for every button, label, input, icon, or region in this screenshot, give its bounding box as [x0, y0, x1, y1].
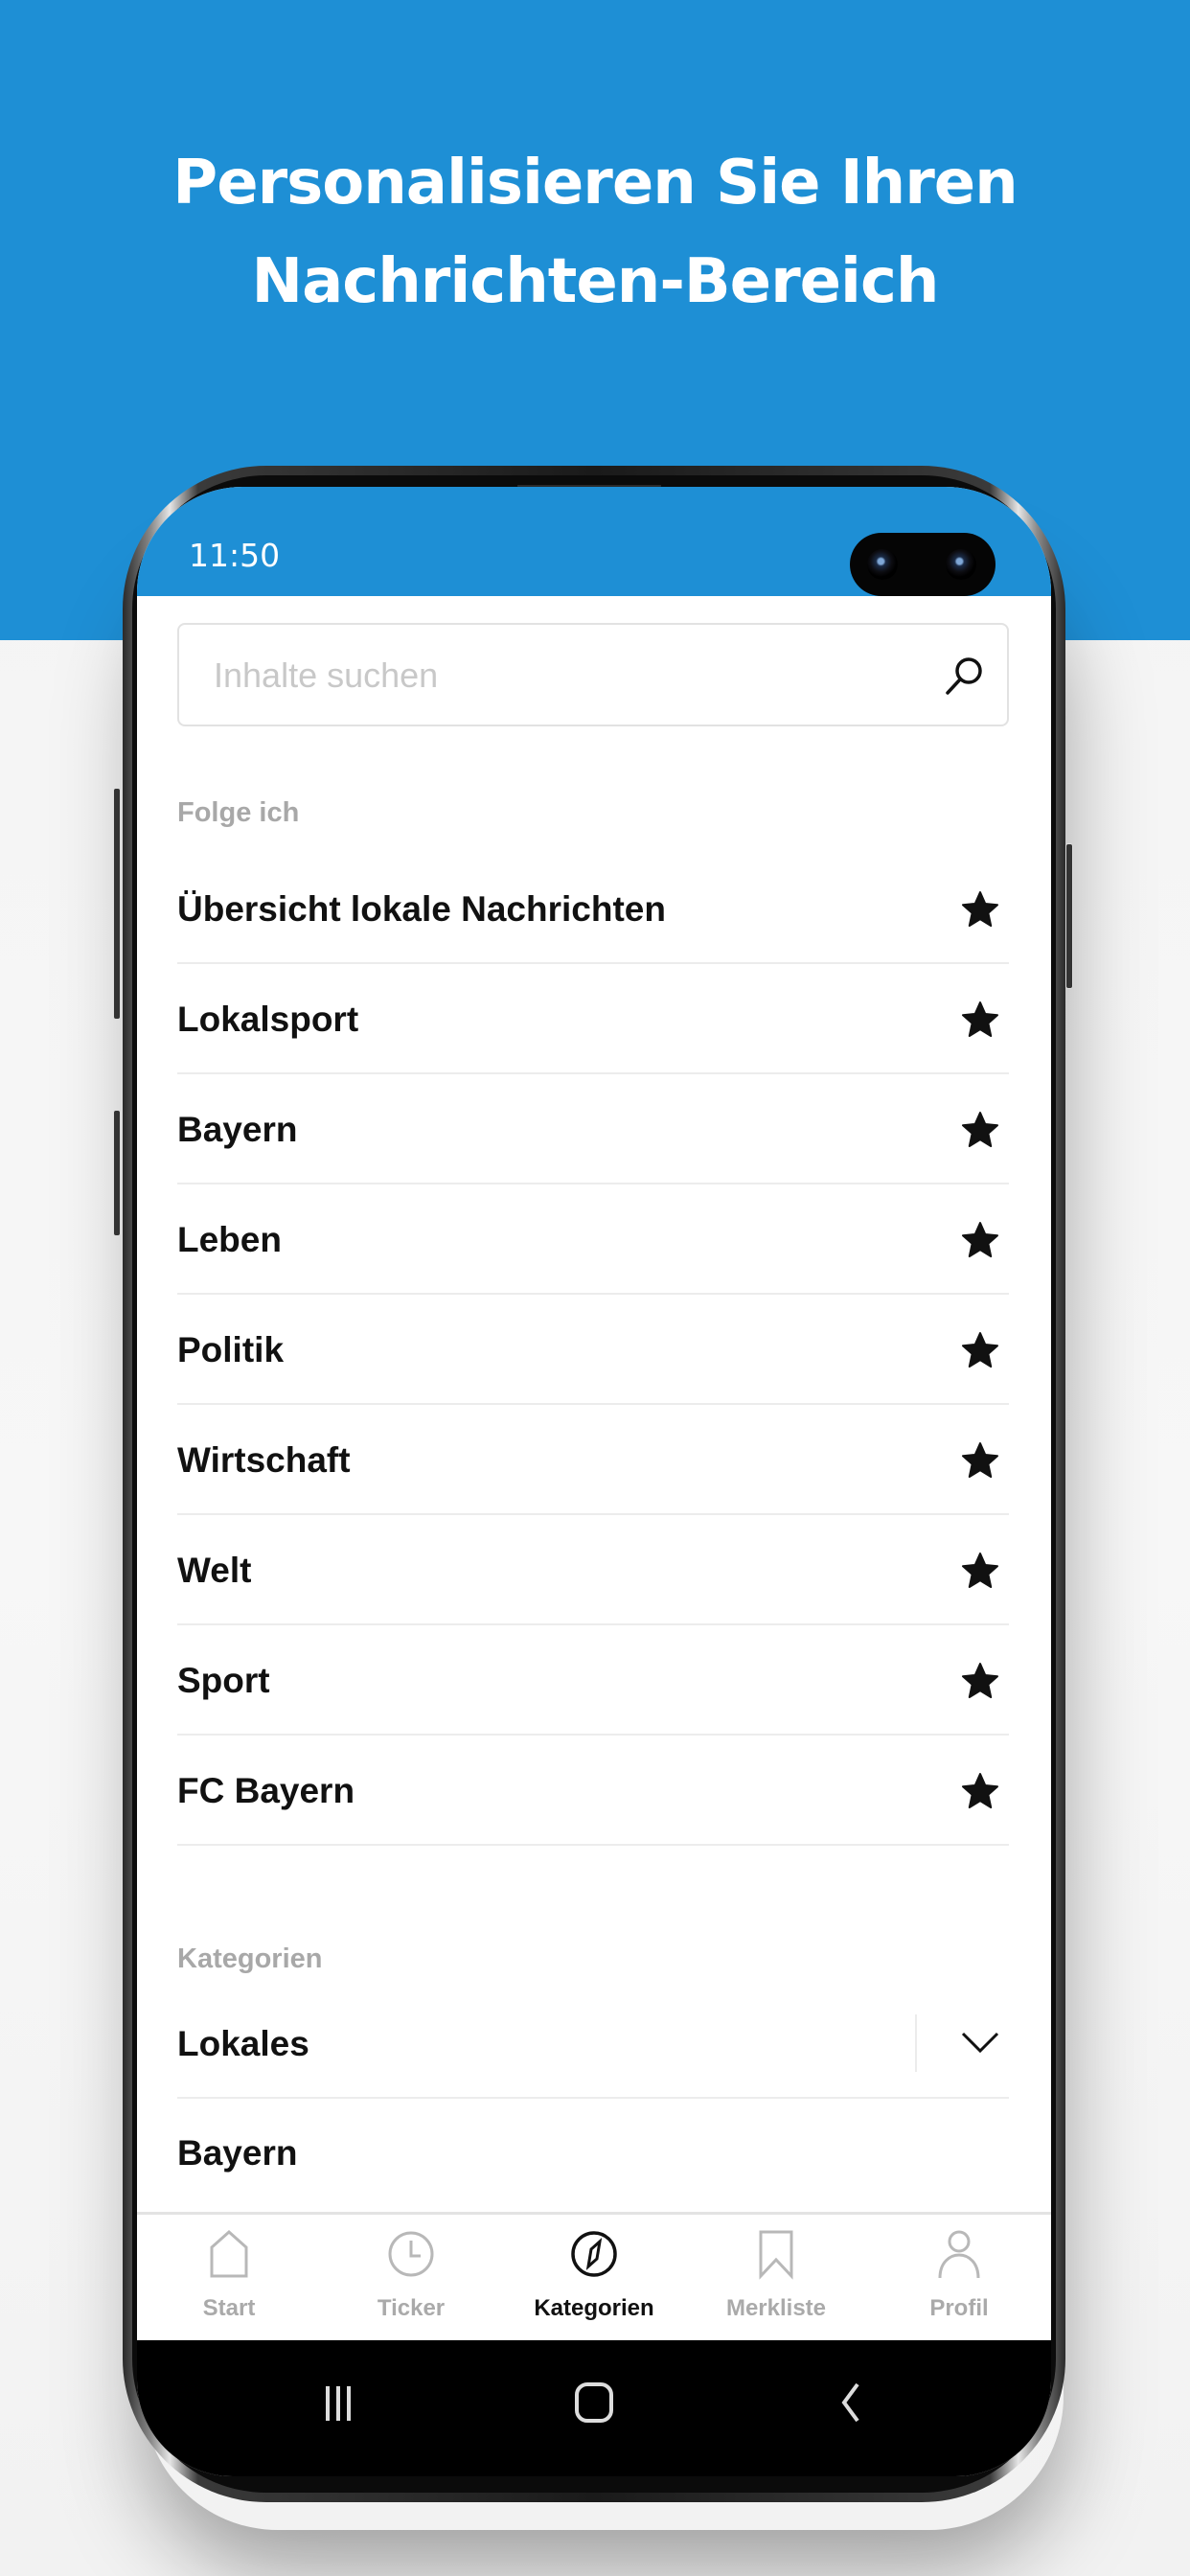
followed-label: Politik	[177, 1330, 285, 1369]
tab-ticker[interactable]: Ticker	[320, 2215, 502, 2343]
search-placeholder: Inhalte suchen	[214, 656, 439, 695]
followed-row[interactable]: Lokalsport	[177, 965, 1009, 1074]
tab-merkliste[interactable]: Merkliste	[685, 2215, 867, 2343]
section-label-following: Folge ich	[177, 797, 300, 828]
system-nav-bar	[137, 2340, 1051, 2476]
tab-profil[interactable]: Profil	[868, 2215, 1050, 2343]
tab-label: Profil	[929, 2295, 989, 2321]
phone-power-button	[1065, 843, 1073, 989]
star-filled-icon[interactable]	[961, 890, 999, 929]
camera-lens-icon	[946, 549, 976, 580]
section-label-categories: Kategorien	[177, 1944, 323, 1974]
camera-lens-icon	[867, 549, 898, 580]
phone-volume-down-button	[113, 1110, 121, 1236]
phone-volume-up-button	[113, 788, 121, 1020]
compass-icon	[571, 2231, 617, 2277]
star-filled-icon[interactable]	[961, 1221, 999, 1259]
home-icon	[210, 2229, 248, 2278]
followed-label: Welt	[177, 1551, 252, 1590]
tab-kategorien[interactable]: Kategorien	[503, 2215, 685, 2343]
status-time: 11:50	[189, 537, 281, 574]
phone-screen: 11:50 Inhalte suchen Folge ich Übersicht…	[137, 487, 1051, 2476]
back-icon[interactable]	[817, 2369, 884, 2436]
status-bar: 11:50	[137, 487, 1051, 596]
bookmark-icon	[759, 2230, 793, 2280]
front-camera-cutout	[850, 533, 995, 596]
chevron-down-icon[interactable]	[959, 2026, 1001, 2058]
followed-label: Leben	[177, 1220, 282, 1259]
tab-start[interactable]: Start	[138, 2215, 320, 2343]
star-filled-icon[interactable]	[961, 1331, 999, 1369]
recent-apps-icon[interactable]	[305, 2369, 372, 2436]
followed-row[interactable]: Wirtschaft	[177, 1406, 1009, 1515]
tab-label: Ticker	[377, 2295, 446, 2321]
clock-icon	[388, 2231, 434, 2277]
followed-label: FC Bayern	[177, 1771, 355, 1810]
headline-line-2: Nachrichten-Bereich	[251, 246, 940, 317]
star-filled-icon[interactable]	[961, 1552, 999, 1590]
star-filled-icon[interactable]	[961, 1772, 999, 1810]
followed-row[interactable]: Leben	[177, 1185, 1009, 1295]
followed-label: Sport	[177, 1661, 270, 1700]
followed-row[interactable]: Übersicht lokale Nachrichten	[177, 855, 1009, 964]
followed-row[interactable]: Politik	[177, 1296, 1009, 1405]
followed-row[interactable]: Bayern	[177, 1075, 1009, 1184]
bottom-tab-bar: Start Ticker Kategorien Merkliste Profil	[137, 2212, 1051, 2343]
search-input[interactable]: Inhalte suchen	[177, 623, 1009, 726]
headline-line-1: Personalisieren Sie Ihren	[172, 148, 1018, 218]
home-button-icon[interactable]	[561, 2369, 628, 2436]
search-icon[interactable]	[942, 654, 986, 698]
row-divider	[915, 2014, 917, 2072]
promo-headline: Personalisieren Sie Ihren Nachrichten-Be…	[0, 134, 1190, 332]
category-row-bayern[interactable]: Bayern	[177, 2099, 1009, 2208]
followed-label: Bayern	[177, 1110, 298, 1149]
star-filled-icon[interactable]	[961, 1441, 999, 1480]
star-filled-icon[interactable]	[961, 1000, 999, 1039]
tab-label: Start	[202, 2295, 256, 2321]
followed-label: Wirtschaft	[177, 1440, 351, 1480]
star-filled-icon[interactable]	[961, 1111, 999, 1149]
followed-label: Lokalsport	[177, 1000, 359, 1039]
category-row-lokales[interactable]: Lokales	[177, 1990, 1009, 2099]
tab-label: Kategorien	[534, 2295, 654, 2321]
category-label: Lokales	[177, 2024, 309, 2063]
star-filled-icon[interactable]	[961, 1662, 999, 1700]
followed-row[interactable]: FC Bayern	[177, 1736, 1009, 1846]
followed-row[interactable]: Sport	[177, 1626, 1009, 1736]
followed-row[interactable]: Welt	[177, 1516, 1009, 1625]
tab-label: Merkliste	[725, 2295, 827, 2321]
user-icon	[938, 2230, 980, 2279]
followed-label: Übersicht lokale Nachrichten	[177, 889, 666, 929]
category-label: Bayern	[177, 2133, 298, 2173]
